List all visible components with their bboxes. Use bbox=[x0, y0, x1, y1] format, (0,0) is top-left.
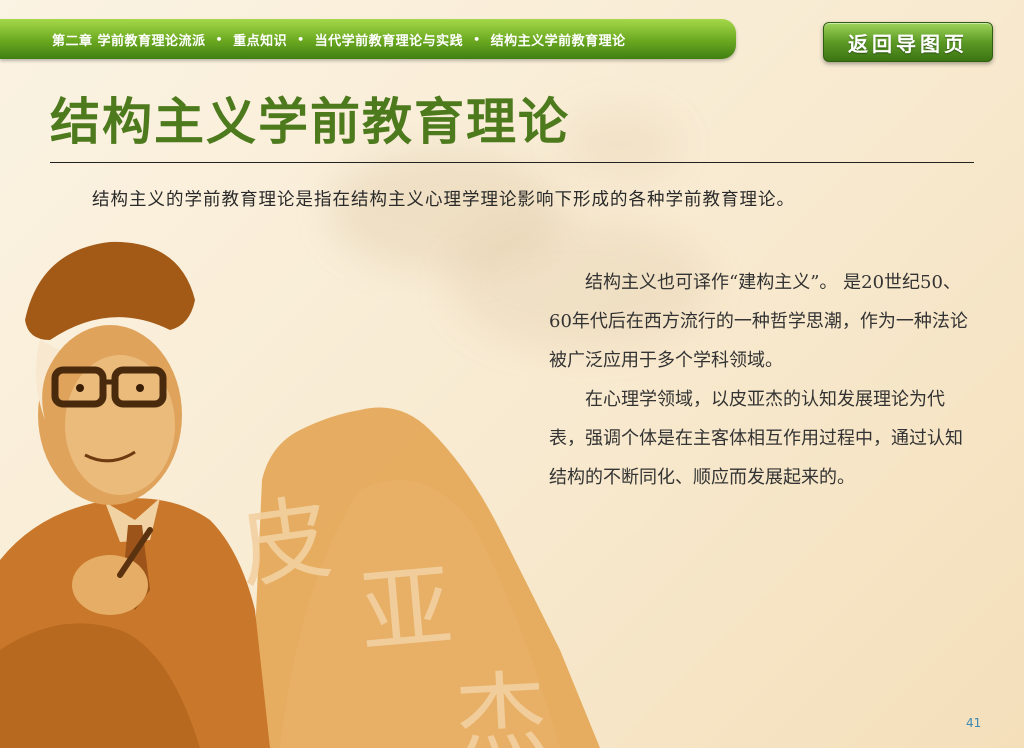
calligraphy-char: 皮 bbox=[232, 483, 338, 602]
calligraphy-char: 亚 bbox=[356, 553, 457, 668]
breadcrumb-separator: • bbox=[473, 32, 481, 46]
body-text: 结构主义也可译作“建构主义”。 是20世纪50、60年代后在西方流行的一种哲学思… bbox=[549, 263, 974, 497]
face-highlight bbox=[65, 355, 175, 495]
hand-shape bbox=[72, 555, 148, 615]
back-to-mindmap-button[interactable]: 返回导图页 bbox=[823, 22, 993, 62]
page-number: 41 bbox=[966, 716, 982, 730]
breadcrumb-key-knowledge[interactable]: 重点知识 bbox=[233, 30, 287, 49]
breadcrumb-separator: • bbox=[297, 32, 305, 46]
breadcrumb: 第二章 学前教育理论流派 • 重点知识 • 当代学前教育理论与实践 • 结构主义… bbox=[0, 19, 736, 59]
eye-right bbox=[136, 384, 144, 392]
background-cloud bbox=[560, 110, 680, 180]
breadcrumb-current: 结构主义学前教育理论 bbox=[490, 33, 626, 49]
breadcrumb-separator: • bbox=[215, 32, 224, 46]
body-paragraph: 在心理学领域，以皮亚杰的认知发展理论为代表，强调个体是在主客体相互作用过程中，通… bbox=[549, 389, 963, 488]
calligraphy-char: 杰 bbox=[453, 661, 550, 748]
title-divider bbox=[50, 162, 974, 163]
piaget-portrait-illustration: 皮 亚 杰 bbox=[0, 241, 600, 748]
body-paragraph: 结构主义也可译作“建构主义”。 是20世纪50、60年代后在西方流行的一种哲学思… bbox=[549, 272, 968, 371]
breadcrumb-section[interactable]: 当代学前教育理论与实践 bbox=[315, 30, 464, 49]
intro-text: 结构主义的学前教育理论是指在结构主义心理学理论影响下形成的各种学前教育理论。 bbox=[92, 190, 795, 210]
page-title: 结构主义学前教育理论 bbox=[50, 93, 570, 151]
eye-left bbox=[76, 384, 84, 392]
breadcrumb-chapter[interactable]: 第二章 学前教育理论流派 bbox=[52, 30, 206, 49]
